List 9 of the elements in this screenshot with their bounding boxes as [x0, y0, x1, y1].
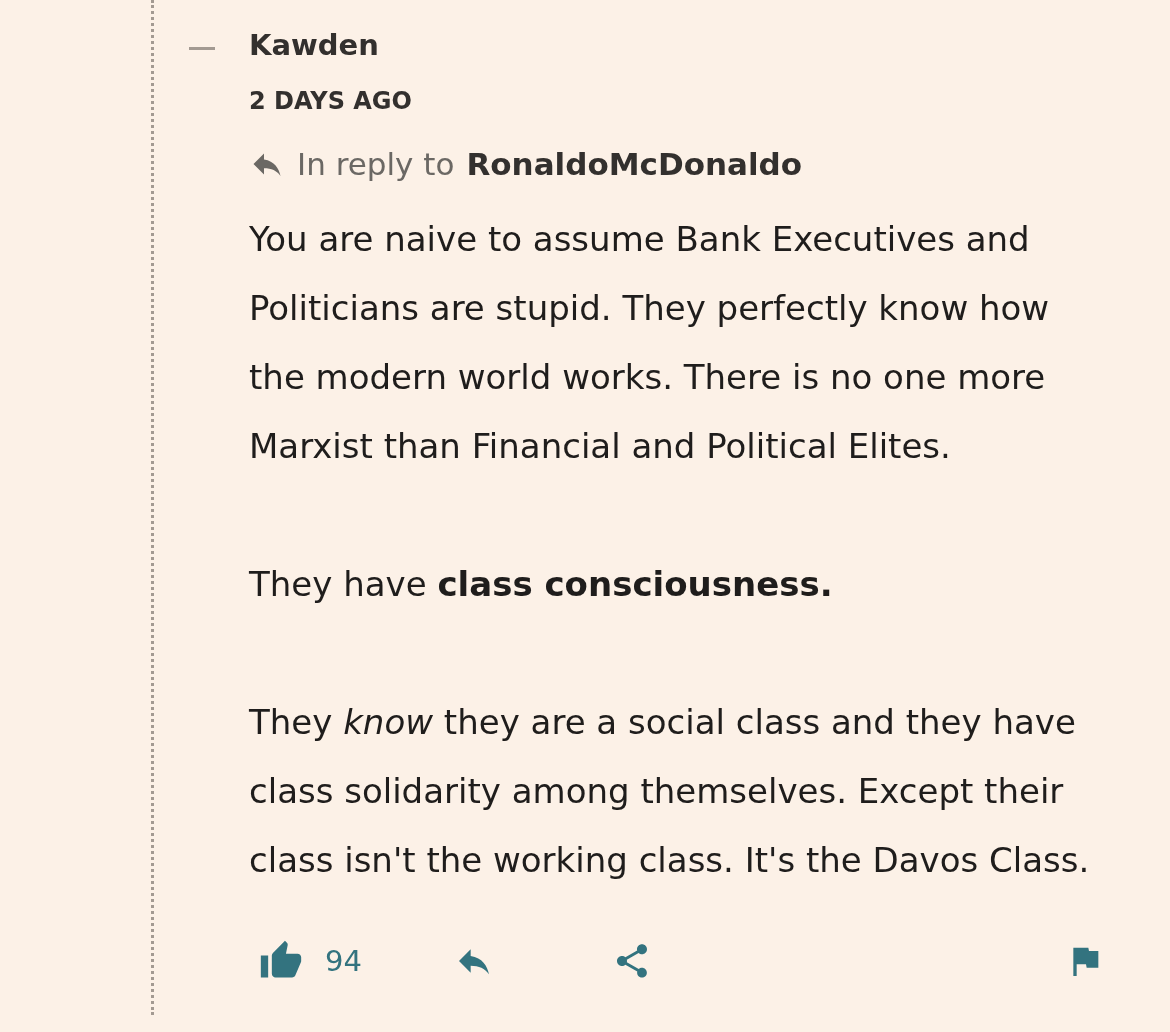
reply-prefix: In reply to	[297, 145, 455, 184]
like-button[interactable]: 94	[259, 939, 362, 983]
comment-paragraph: You are naive to assume Bank Executives and Politicians are stupid. They perfectly know how the modern world works. There is no one more Marxist than Financial and Political Elites.	[249, 218, 1051, 468]
comment-paragraph: They have class consciousness.	[249, 563, 834, 606]
comment-author: Kawden	[249, 27, 380, 64]
comment-paragraph: They know they are a social class and they have class solidarity among themselves. Except their class isn't the working class. It's the Davos Class.	[249, 701, 1091, 882]
like-count: 94	[325, 944, 362, 978]
reply-username-link[interactable]: RonaldoMcDonaldo	[466, 142, 803, 186]
comment-timestamp: 2 DAYS AGO	[249, 86, 413, 117]
